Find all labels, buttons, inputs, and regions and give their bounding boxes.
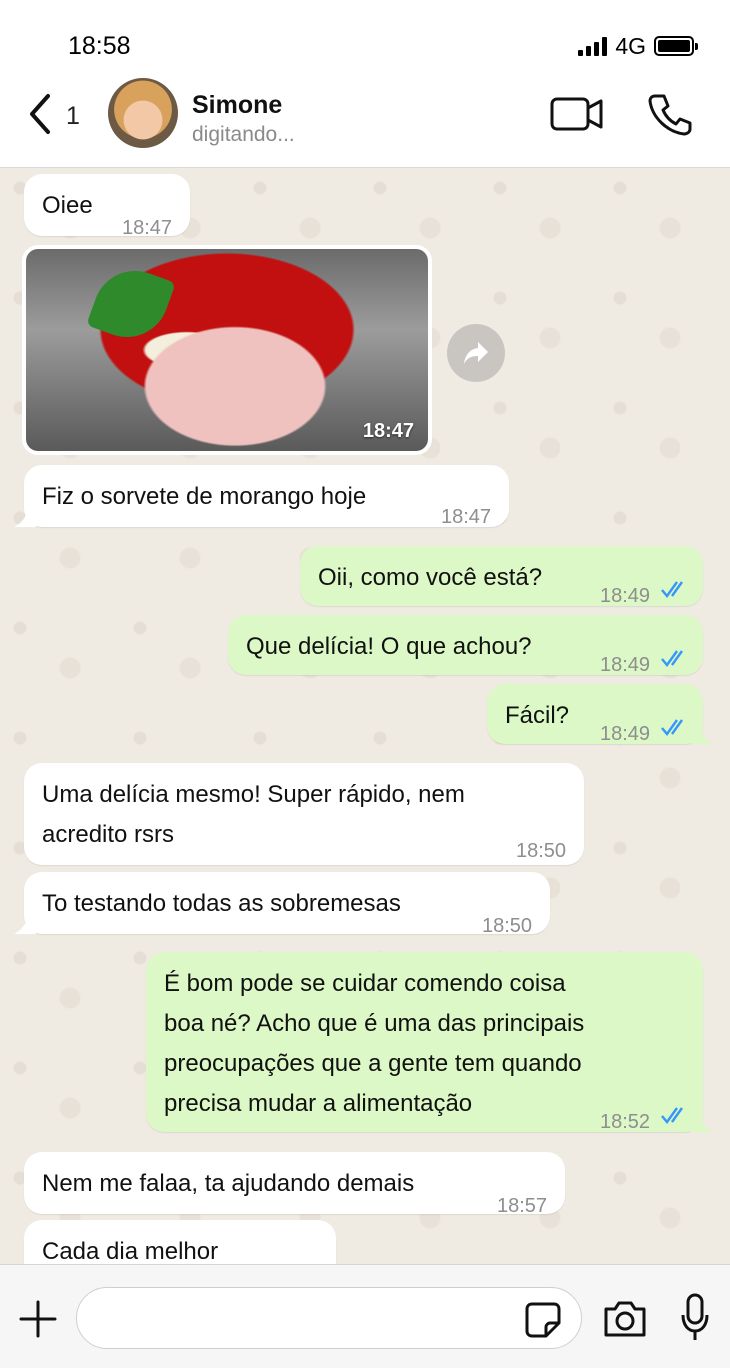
forward-icon <box>464 342 488 364</box>
contact-name[interactable]: Simone <box>192 91 282 120</box>
message-text-line: Uma delícia mesmo! Super rápido, nem <box>42 781 465 808</box>
message-input[interactable] <box>76 1287 582 1349</box>
bubble-tail <box>14 916 36 934</box>
back-button[interactable]: 1 <box>26 92 88 136</box>
video-call-button[interactable] <box>550 96 604 132</box>
message-text: Fiz o sorvete de morango hoje <box>42 483 367 510</box>
message-incoming[interactable]: To testando todas as sobremesas 18:50 <box>14 872 550 937</box>
message-composer <box>0 1264 730 1368</box>
microphone-button[interactable] <box>680 1293 710 1343</box>
read-receipt-icon <box>661 650 683 667</box>
message-outgoing[interactable]: É bom pode se cuidar comendo coisa boa n… <box>146 952 713 1133</box>
message-time: 18:47 <box>122 217 173 239</box>
voice-call-button[interactable] <box>648 92 692 136</box>
sticker-button[interactable] <box>524 1301 562 1339</box>
message-text: Fácil? <box>505 702 570 729</box>
message-text: Oii, como você está? <box>318 564 543 591</box>
message-time: 18:49 <box>600 723 651 745</box>
read-receipt-icon <box>661 719 683 736</box>
message-text-line: boa né? Acho que é uma das principais <box>164 1010 585 1037</box>
message-text: Nem me falaa, ta ajudando demais <box>42 1170 415 1197</box>
microphone-icon <box>681 1293 709 1340</box>
chat-area[interactable]: Oiee 18:47 18:47 Fiz o sorvete de morang… <box>0 168 730 1264</box>
message-time: 18:50 <box>482 915 533 937</box>
message-incoming[interactable]: Oiee 18:47 <box>24 174 190 239</box>
read-receipt-icon <box>661 581 683 598</box>
bubble-tail <box>691 1114 713 1132</box>
network-type: 4G <box>615 32 646 59</box>
message-time: 18:57 <box>497 1195 548 1217</box>
forward-button[interactable] <box>447 324 505 382</box>
message-text: Cada dia melhor <box>42 1238 219 1264</box>
plus-icon <box>19 1300 57 1338</box>
signal-icon <box>578 36 608 56</box>
message-incoming[interactable]: Fiz o sorvete de morango hoje 18:47 <box>14 465 509 528</box>
status-time: 18:58 <box>68 32 131 60</box>
message-outgoing[interactable]: Fácil? 18:49 <box>487 684 713 745</box>
message-text: To testando todas as sobremesas <box>42 890 401 917</box>
chevron-left-icon <box>30 94 50 134</box>
message-time: 18:47 <box>362 420 414 442</box>
status-indicators: 4G <box>578 32 698 60</box>
message-text: Que delícia! O que achou? <box>246 633 532 660</box>
image-message[interactable]: 18:47 <box>22 245 432 455</box>
message-text-line: preocupações que a gente tem quando <box>164 1050 582 1077</box>
message-time: 18:57 <box>268 1254 318 1264</box>
message-outgoing[interactable]: Que delícia! O que achou? 18:49 <box>228 615 703 676</box>
camera-icon <box>604 1301 646 1337</box>
message-time: 18:50 <box>516 840 567 862</box>
bubble-tail <box>691 726 713 744</box>
status-bar: 18:58 4G <box>0 0 730 78</box>
camera-button[interactable] <box>602 1299 648 1339</box>
avatar[interactable] <box>108 78 178 148</box>
bubble-tail <box>14 509 36 527</box>
attach-button[interactable] <box>18 1299 58 1339</box>
message-incoming[interactable]: Nem me falaa, ta ajudando demais 18:57 <box>24 1152 565 1217</box>
message-outgoing[interactable]: Oii, como você está? 18:49 <box>300 546 703 607</box>
message-text-line: É bom pode se cuidar comendo coisa <box>164 970 566 997</box>
sticker-icon <box>525 1302 561 1338</box>
read-receipt-icon <box>661 1107 683 1124</box>
message-incoming[interactable]: Cada dia melhor 18:57 <box>24 1220 336 1264</box>
strawberry-ice-cream-photo[interactable]: 18:47 <box>26 249 428 451</box>
video-camera-icon <box>550 97 603 131</box>
unread-count: 1 <box>66 102 80 130</box>
phone-icon <box>648 94 692 136</box>
message-time: 18:49 <box>600 654 651 676</box>
message-time: 18:49 <box>600 585 651 607</box>
message-text-line: acredito rsrs <box>42 821 175 848</box>
message-time: 18:47 <box>441 506 492 528</box>
battery-icon <box>654 36 698 56</box>
message-incoming[interactable]: Uma delícia mesmo! Super rápido, nem acr… <box>24 763 584 865</box>
chat-header: 1 Simone digitando... <box>0 78 730 168</box>
message-text: Oiee <box>42 192 93 219</box>
contact-status: digitando... <box>192 123 295 146</box>
message-time: 18:52 <box>600 1111 651 1133</box>
message-text-line: precisa mudar a alimentação <box>164 1090 473 1117</box>
